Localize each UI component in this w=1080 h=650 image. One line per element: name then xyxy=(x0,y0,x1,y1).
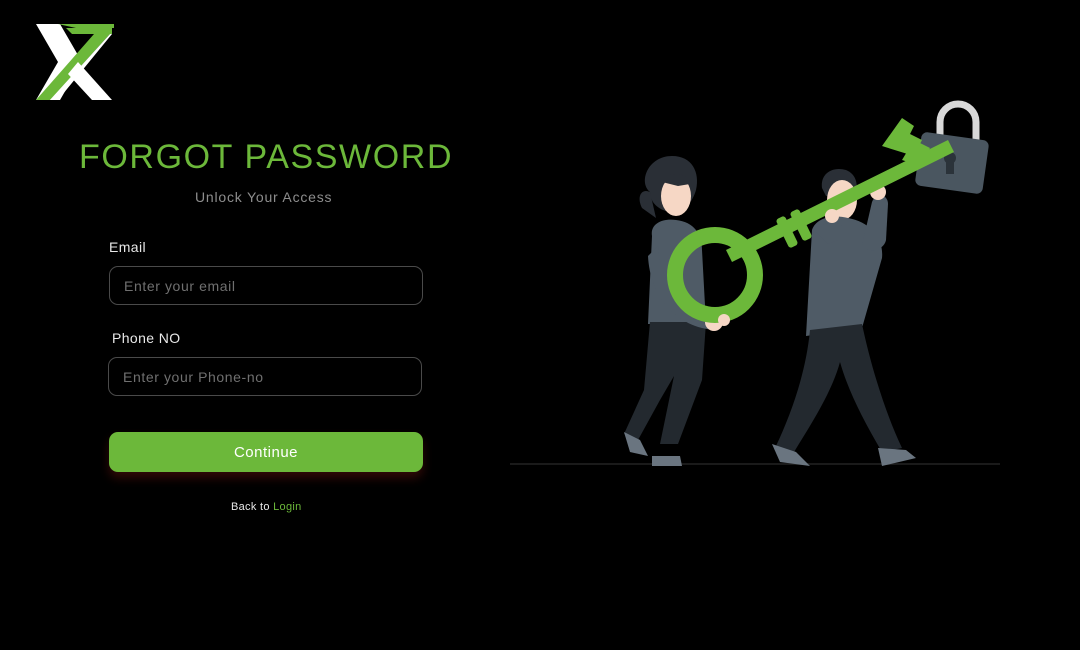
page-subtitle: Unlock Your Access xyxy=(195,189,333,205)
continue-button[interactable]: Continue xyxy=(109,432,423,472)
email-input[interactable] xyxy=(109,266,423,305)
forgot-password-page: FORGOT PASSWORD Unlock Your Access Email… xyxy=(0,0,1080,650)
back-to-login-row: Back to Login xyxy=(231,501,302,513)
page-title: FORGOT PASSWORD xyxy=(79,138,454,176)
phone-input[interactable] xyxy=(108,357,422,396)
email-label: Email xyxy=(109,239,147,255)
back-to-text: Back to xyxy=(231,501,274,513)
tx-logo-icon xyxy=(36,24,114,100)
phone-label: Phone NO xyxy=(112,330,181,346)
login-link[interactable]: Login xyxy=(273,501,301,513)
people-carrying-key-illustration xyxy=(510,100,1000,466)
